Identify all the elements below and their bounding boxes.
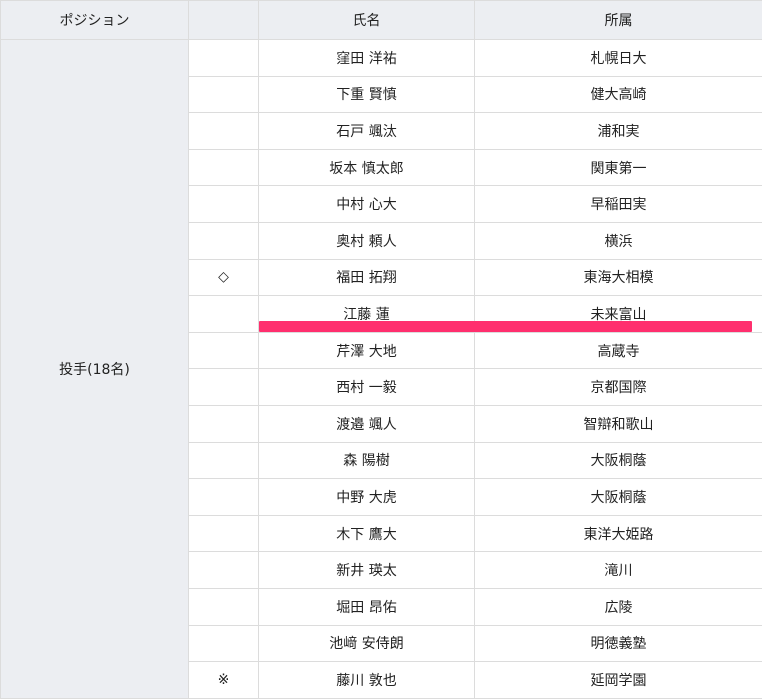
header-mark — [189, 1, 259, 40]
player-mark — [189, 222, 259, 259]
player-mark — [189, 76, 259, 113]
player-name: 西村 一毅 — [259, 369, 475, 406]
player-team: 東海大相模 — [475, 259, 762, 296]
player-mark — [189, 442, 259, 479]
player-name: 坂本 慎太郎 — [259, 149, 475, 186]
player-name: 福田 拓翔 — [259, 259, 475, 296]
player-mark — [189, 186, 259, 223]
player-name: 池﨑 安侍朗 — [259, 625, 475, 662]
player-mark — [189, 588, 259, 625]
player-team: 札幌日大 — [475, 40, 762, 77]
player-team: 健大高崎 — [475, 76, 762, 113]
player-team: 東洋大姫路 — [475, 515, 762, 552]
player-team: 早稲田実 — [475, 186, 762, 223]
player-mark — [189, 149, 259, 186]
header-name: 氏名 — [259, 1, 475, 40]
player-team: 高蔵寺 — [475, 332, 762, 369]
player-mark — [189, 552, 259, 589]
player-name: 奥村 頼人 — [259, 222, 475, 259]
roster-body: 投手(18名)窪田 洋祐札幌日大下重 賢慎健大高崎石戸 颯汰浦和実坂本 慎太郎関… — [1, 40, 762, 699]
player-name: 芹澤 大地 — [259, 332, 475, 369]
player-team: 明徳義塾 — [475, 625, 762, 662]
player-team: 横浜 — [475, 222, 762, 259]
player-mark — [189, 113, 259, 150]
player-mark — [189, 332, 259, 369]
player-team: 京都国際 — [475, 369, 762, 406]
player-mark: ◇ — [189, 259, 259, 296]
player-team: 浦和実 — [475, 113, 762, 150]
roster-table: ポジション 氏名 所属 投手(18名)窪田 洋祐札幌日大下重 賢慎健大高崎石戸 … — [0, 0, 762, 699]
table-row: 投手(18名)窪田 洋祐札幌日大 — [1, 40, 762, 77]
position-cell: 投手(18名) — [1, 40, 189, 699]
player-team: 大阪桐蔭 — [475, 442, 762, 479]
player-mark: ※ — [189, 662, 259, 699]
player-name: 藤川 敦也 — [259, 662, 475, 699]
player-mark — [189, 369, 259, 406]
highlight-marker — [259, 321, 752, 332]
player-mark — [189, 296, 259, 333]
player-mark — [189, 515, 259, 552]
header-team: 所属 — [475, 1, 762, 40]
player-team: 関東第一 — [475, 149, 762, 186]
player-mark — [189, 479, 259, 516]
player-name: 堀田 昂佑 — [259, 588, 475, 625]
player-name: 木下 鷹大 — [259, 515, 475, 552]
player-name: 窪田 洋祐 — [259, 40, 475, 77]
player-mark — [189, 625, 259, 662]
player-name: 渡邉 颯人 — [259, 405, 475, 442]
player-team: 広陵 — [475, 588, 762, 625]
player-team: 滝川 — [475, 552, 762, 589]
player-name: 新井 瑛太 — [259, 552, 475, 589]
player-mark — [189, 40, 259, 77]
header-row: ポジション 氏名 所属 — [1, 1, 762, 40]
player-mark — [189, 405, 259, 442]
player-name: 石戸 颯汰 — [259, 113, 475, 150]
header-position: ポジション — [1, 1, 189, 40]
player-name: 森 陽樹 — [259, 442, 475, 479]
player-team: 大阪桐蔭 — [475, 479, 762, 516]
player-name: 中野 大虎 — [259, 479, 475, 516]
player-team: 智辯和歌山 — [475, 405, 762, 442]
player-name: 下重 賢慎 — [259, 76, 475, 113]
player-team: 延岡学園 — [475, 662, 762, 699]
player-name: 中村 心大 — [259, 186, 475, 223]
